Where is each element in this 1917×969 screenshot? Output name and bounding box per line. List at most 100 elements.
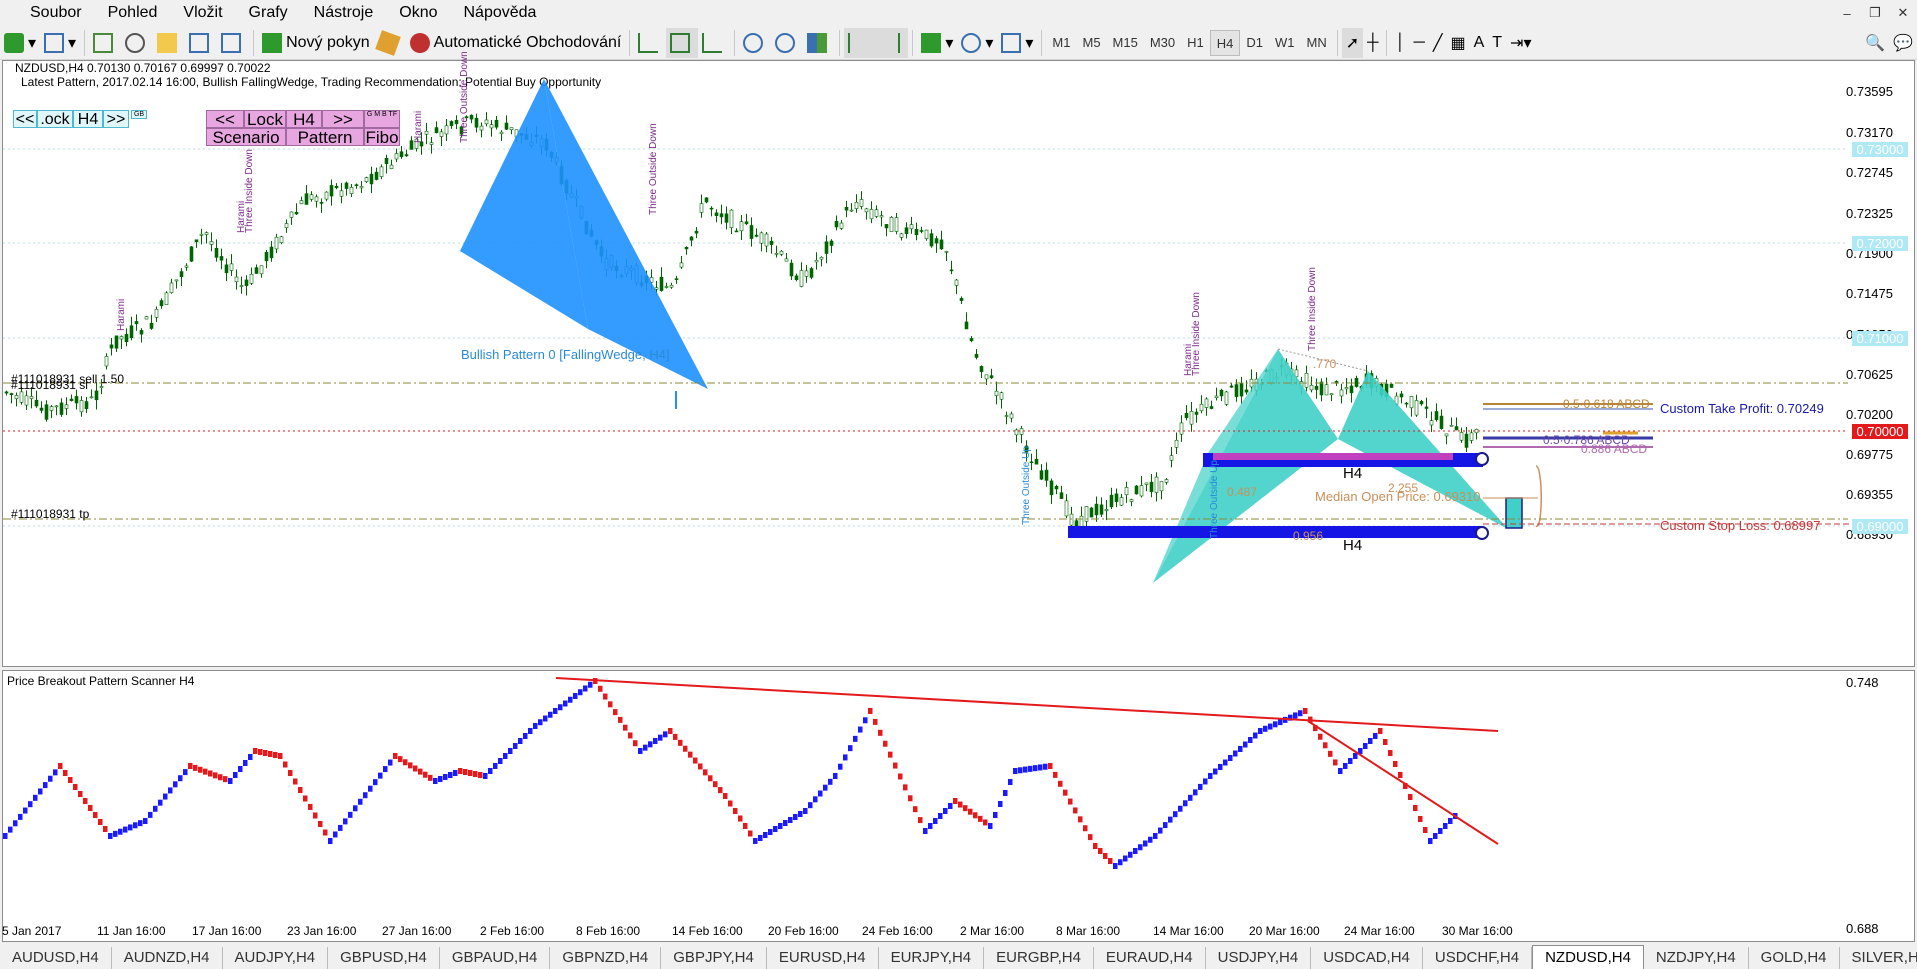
pattern-button[interactable]: Pattern	[286, 128, 364, 147]
chart-tab[interactable]: NZDJPY,H4	[1644, 947, 1749, 969]
chart-tab[interactable]: USDCAD,H4	[1311, 947, 1423, 969]
line-chart-button[interactable]	[698, 28, 730, 58]
small-prev-button[interactable]: <<	[13, 110, 37, 128]
chart-tab[interactable]: NZDUSD,H4	[1532, 945, 1644, 969]
scanner-tf-button[interactable]: H4	[286, 110, 322, 129]
tf-w1[interactable]: W1	[1269, 30, 1301, 56]
restore-icon[interactable]: ❐	[1861, 5, 1889, 21]
scanner-lock-button[interactable]: Lock	[244, 110, 286, 129]
renko-brick	[423, 771, 428, 778]
chart-tab[interactable]: SILVER,H4	[1840, 947, 1917, 969]
chart-tab[interactable]: USDJPY,H4	[1206, 947, 1312, 969]
periods-button[interactable]: ▾	[957, 28, 997, 58]
tf-m5[interactable]: M5	[1076, 30, 1106, 56]
chart-tab[interactable]: GBPJPY,H4	[661, 947, 767, 969]
terminal-button[interactable]	[185, 28, 217, 58]
tf-mn[interactable]: MN	[1301, 30, 1333, 56]
menu-tools[interactable]: Nástroje	[301, 0, 387, 26]
tile-windows-button[interactable]	[803, 28, 835, 58]
indicator-window[interactable]: Price Breakout Pattern Scanner H4 0.748 …	[2, 670, 1915, 942]
search-button[interactable]: 🔍	[1861, 28, 1889, 58]
renko-brick	[983, 819, 988, 826]
renko-brick	[553, 708, 558, 714]
small-next-button[interactable]: >>	[103, 110, 129, 128]
small-lock-button[interactable]: .ock	[37, 110, 73, 128]
small-tf-button[interactable]: H4	[73, 110, 103, 128]
tf-h4[interactable]: H4	[1209, 29, 1241, 56]
autoscroll-button[interactable]	[844, 27, 877, 58]
chart-tab[interactable]: GBPUSD,H4	[328, 947, 440, 969]
renko-brick	[13, 820, 18, 827]
indicator-canvas[interactable]	[3, 671, 1914, 941]
metaeditor-button[interactable]	[374, 28, 406, 58]
main-chart-window[interactable]: NZDUSD,H4 0.70130 0.70167 0.69997 0.7002…	[2, 51, 1915, 667]
chart-shift-button[interactable]	[876, 27, 909, 58]
renko-brick	[663, 731, 668, 738]
indicators-button[interactable]: ▾	[917, 28, 957, 58]
market-watch-button[interactable]	[89, 28, 121, 58]
label-button[interactable]: T	[1488, 28, 1506, 58]
menu-window[interactable]: Okno	[386, 0, 450, 26]
price-chart-canvas[interactable]	[3, 61, 1914, 666]
tf-d1[interactable]: D1	[1240, 30, 1269, 56]
candle-body	[1009, 413, 1014, 419]
close-icon[interactable]: ✕	[1889, 5, 1917, 21]
chart-tab[interactable]: AUDJPY,H4	[223, 947, 329, 969]
profiles-button[interactable]: ▾	[40, 28, 80, 58]
chart-tab[interactable]: GBPNZD,H4	[550, 947, 662, 969]
renko-brick	[1218, 764, 1223, 770]
chart-tab[interactable]: USDCHF,H4	[1423, 947, 1533, 969]
navigator-button[interactable]	[121, 28, 153, 58]
cursor-button[interactable]: ➚	[1341, 27, 1364, 58]
templates-button[interactable]: ▾	[997, 28, 1037, 58]
tester-button[interactable]	[217, 28, 249, 58]
chart-tab[interactable]: AUDUSD,H4	[0, 947, 112, 969]
tf-m15[interactable]: M15	[1107, 30, 1144, 56]
scanner-mini-buttons[interactable]: G M B TF	[364, 110, 400, 128]
chart-tab[interactable]: EURUSD,H4	[767, 947, 879, 969]
chat-button[interactable]: 💬	[1889, 28, 1917, 58]
menu-charts[interactable]: Grafy	[236, 0, 301, 26]
new-order-button[interactable]: Nový pokyn	[258, 28, 374, 58]
favorites-button[interactable]	[153, 28, 185, 58]
price-grid	[3, 148, 1848, 527]
text-button[interactable]: A	[1470, 28, 1489, 58]
new-order-icon	[262, 32, 283, 53]
scanner-prev-button[interactable]: <<	[206, 110, 244, 129]
candle-body	[399, 151, 404, 158]
chart-tab[interactable]: GBPAUD,H4	[440, 947, 551, 969]
crosshair-button[interactable]: ┼	[1363, 28, 1382, 58]
arrows-button[interactable]: ⇥▾	[1506, 28, 1535, 58]
menu-file[interactable]: Soubor	[0, 0, 95, 26]
tf-h1[interactable]: H1	[1181, 30, 1210, 56]
new-chart-button[interactable]: ▾	[0, 28, 40, 58]
candle-body	[734, 230, 739, 233]
auto-trading-button[interactable]: Automatické Obchodování	[406, 28, 626, 58]
horizontal-line-button[interactable]: ─	[1409, 28, 1428, 58]
renko-brick	[673, 733, 678, 740]
menu-view[interactable]: Pohled	[95, 0, 171, 26]
candle-chart-button[interactable]	[666, 27, 699, 58]
chart-tab[interactable]: AUDNZD,H4	[112, 947, 223, 969]
scenario-button[interactable]: Scenario	[206, 128, 286, 147]
zoom-in-button[interactable]	[739, 28, 771, 58]
scanner-next-button[interactable]: >>	[322, 110, 364, 129]
fibo-button[interactable]: Fibo	[364, 128, 400, 147]
trendline-button[interactable]: ╱	[1429, 28, 1447, 58]
tf-m1[interactable]: M1	[1046, 30, 1076, 56]
menu-help[interactable]: Nápověda	[451, 0, 550, 26]
chart-tab[interactable]: GOLD,H4	[1749, 947, 1840, 969]
vertical-line-button[interactable]: │	[1391, 28, 1409, 58]
chart-tab[interactable]: EURJPY,H4	[879, 947, 985, 969]
small-mini-button[interactable]: GB	[131, 110, 147, 119]
zoom-out-button[interactable]	[771, 28, 803, 58]
chart-tab[interactable]: EURGBP,H4	[984, 947, 1094, 969]
minimize-icon[interactable]: –	[1833, 6, 1861, 21]
chart-tab[interactable]: EURAUD,H4	[1094, 947, 1206, 969]
bar-chart-icon	[638, 32, 659, 53]
channel-button[interactable]: ▦	[1446, 28, 1469, 58]
tf-m30[interactable]: M30	[1144, 30, 1181, 56]
bar-chart-button[interactable]	[634, 28, 666, 58]
menu-insert[interactable]: Vložit	[170, 0, 235, 26]
renko-brick	[383, 766, 388, 773]
